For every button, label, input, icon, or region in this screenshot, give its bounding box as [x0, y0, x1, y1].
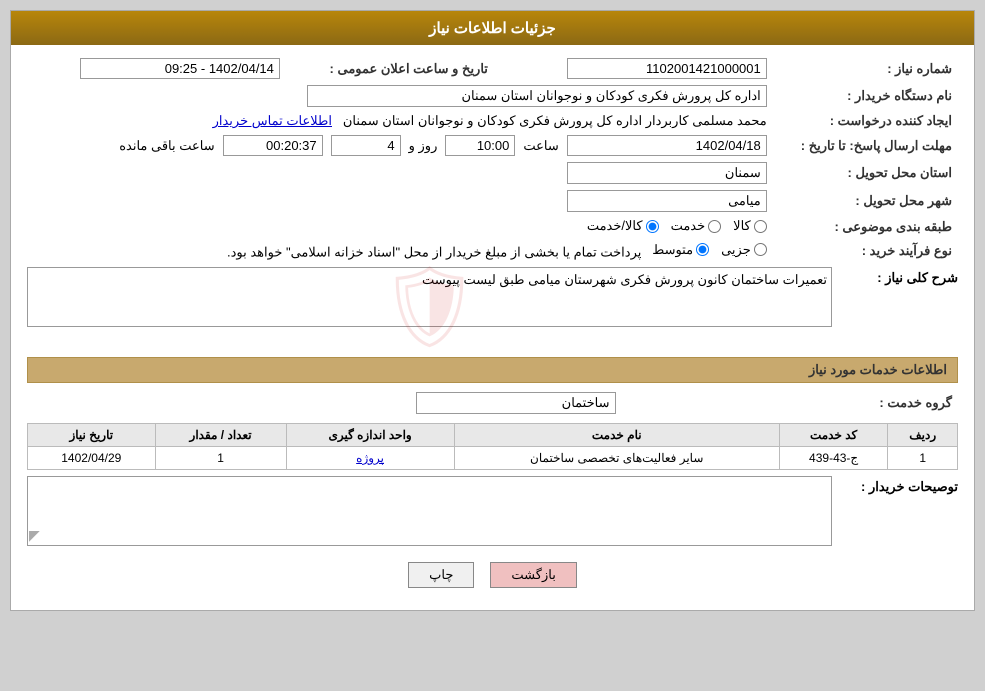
need-description-section: شرح کلی نیاز : تعمیرات ساختمان کانون پرو… [27, 267, 958, 347]
purchase-type-medium-label: متوسط [652, 242, 693, 258]
subject-option-goods-label: کالا [733, 218, 751, 234]
purchase-type-medium[interactable]: متوسط [652, 242, 709, 258]
resize-icon: ◤ [29, 527, 40, 544]
buyer-description-section: توصیحات خریدار : ◤ [27, 476, 958, 546]
col-service-code: کد خدمت [779, 424, 887, 447]
subject-option-service[interactable]: خدمت [671, 218, 722, 234]
back-button[interactable]: بازگشت [490, 562, 576, 588]
subject-label: طبقه بندی موضوعی : [773, 215, 958, 239]
col-unit: واحد اندازه گیری [286, 424, 454, 447]
page-title: جزئیات اطلاعات نیاز [429, 20, 556, 37]
subject-radio-goods-service[interactable] [646, 220, 659, 233]
services-table-header: ردیف کد خدمت نام خدمت واحد اندازه گیری ت… [28, 424, 958, 447]
button-bar: بازگشت چاپ [27, 550, 958, 600]
service-group-label: گروه خدمت : [622, 389, 959, 417]
page-header: جزئیات اطلاعات نیاز [11, 11, 974, 45]
contact-link[interactable]: اطلاعات تماس خریدار [213, 113, 332, 128]
cell-row-num: 1 [888, 447, 958, 470]
announcement-datetime-field: 1402/04/14 - 09:25 [80, 58, 280, 79]
delivery-province-label: استان محل تحویل : [773, 159, 958, 187]
services-table-body: 1 ج-43-439 سایر فعالیت‌های تخصصی ساختمان… [28, 447, 958, 470]
response-date-field: 1402/04/18 [567, 135, 767, 156]
purchase-type-note: پرداخت تمام یا بخشی از مبلغ خریدار از مح… [227, 244, 641, 259]
purchase-type-partial[interactable]: جزیی [721, 242, 767, 258]
buyer-org-label: نام دستگاه خریدار : [773, 82, 958, 110]
creator-label: ایجاد کننده درخواست : [773, 110, 958, 132]
delivery-city-field: میامی [567, 190, 767, 212]
purchase-type-radio-partial[interactable] [754, 243, 767, 256]
cell-quantity: 1 [155, 447, 286, 470]
purchase-type-radio-medium[interactable] [696, 243, 709, 256]
print-button[interactable]: چاپ [408, 562, 474, 588]
purchase-type-partial-label: جزیی [721, 242, 751, 258]
subject-radio-goods[interactable] [754, 220, 767, 233]
table-row: 1 ج-43-439 سایر فعالیت‌های تخصصی ساختمان… [28, 447, 958, 470]
response-days-field: 4 [331, 135, 401, 156]
cell-service-code: ج-43-439 [779, 447, 887, 470]
buyer-description-box [27, 476, 832, 546]
buyer-org-field: اداره کل پرورش فکری کودکان و نوجوانان اس… [307, 85, 767, 107]
col-need-date: تاریخ نیاز [28, 424, 156, 447]
purchase-type-radio-group: جزیی متوسط [652, 242, 767, 258]
response-time-label: ساعت [523, 138, 558, 154]
buyer-description-wrapper: ◤ [27, 476, 832, 546]
creator-value: محمد مسلمی کاربردار اداره کل پرورش فکری … [343, 113, 767, 128]
buyer-description-label: توصیحات خریدار : [838, 476, 958, 495]
subject-option-goods-service[interactable]: کالا/خدمت [587, 218, 659, 234]
subject-option-goods-service-label: کالا/خدمت [587, 218, 643, 234]
service-group-table: گروه خدمت : ساختمان [27, 389, 958, 417]
response-deadline-label: مهلت ارسال پاسخ: تا تاریخ : [773, 132, 958, 159]
need-description-value: تعمیرات ساختمان کانون پرورش فکری شهرستان… [422, 272, 827, 287]
delivery-city-label: شهر محل تحویل : [773, 187, 958, 215]
services-table: ردیف کد خدمت نام خدمت واحد اندازه گیری ت… [27, 423, 958, 470]
services-section-title: اطلاعات خدمات مورد نیاز [27, 357, 958, 383]
remaining-time-field: 00:20:37 [223, 135, 323, 156]
need-description-label: شرح کلی نیاز : [838, 267, 958, 286]
response-days-label: روز و [409, 138, 438, 154]
col-quantity: تعداد / مقدار [155, 424, 286, 447]
col-service-name: نام خدمت [454, 424, 779, 447]
basic-info-table: شماره نیاز : 1102001421000001 تاریخ و سا… [27, 55, 958, 263]
subject-radio-service[interactable] [708, 220, 721, 233]
announcement-datetime-value: 1402/04/14 - 09:25 [27, 55, 286, 82]
remaining-time-label: ساعت باقی مانده [119, 138, 214, 154]
subject-option-goods[interactable]: کالا [733, 218, 767, 234]
delivery-province-field: سمنان [567, 162, 767, 184]
need-description-box: تعمیرات ساختمان کانون پرورش فکری شهرستان… [27, 267, 832, 327]
cell-need-date: 1402/04/29 [28, 447, 156, 470]
subject-option-service-label: خدمت [671, 218, 706, 234]
request-number-value: 1102001421000001 [514, 55, 773, 82]
purchase-type-label: نوع فرآیند خرید : [773, 239, 958, 264]
service-group-field: ساختمان [416, 392, 616, 414]
announcement-datetime-label: تاریخ و ساعت اعلان عمومی : [286, 55, 494, 82]
subject-radio-group: کالا خدمت کالا/خدمت [587, 218, 767, 234]
col-row-num: ردیف [888, 424, 958, 447]
cell-service-name: سایر فعالیت‌های تخصصی ساختمان [454, 447, 779, 470]
request-number-label: شماره نیاز : [773, 55, 958, 82]
request-number-field: 1102001421000001 [567, 58, 767, 79]
cell-unit[interactable]: پروژه [286, 447, 454, 470]
response-time-field: 10:00 [445, 135, 515, 156]
